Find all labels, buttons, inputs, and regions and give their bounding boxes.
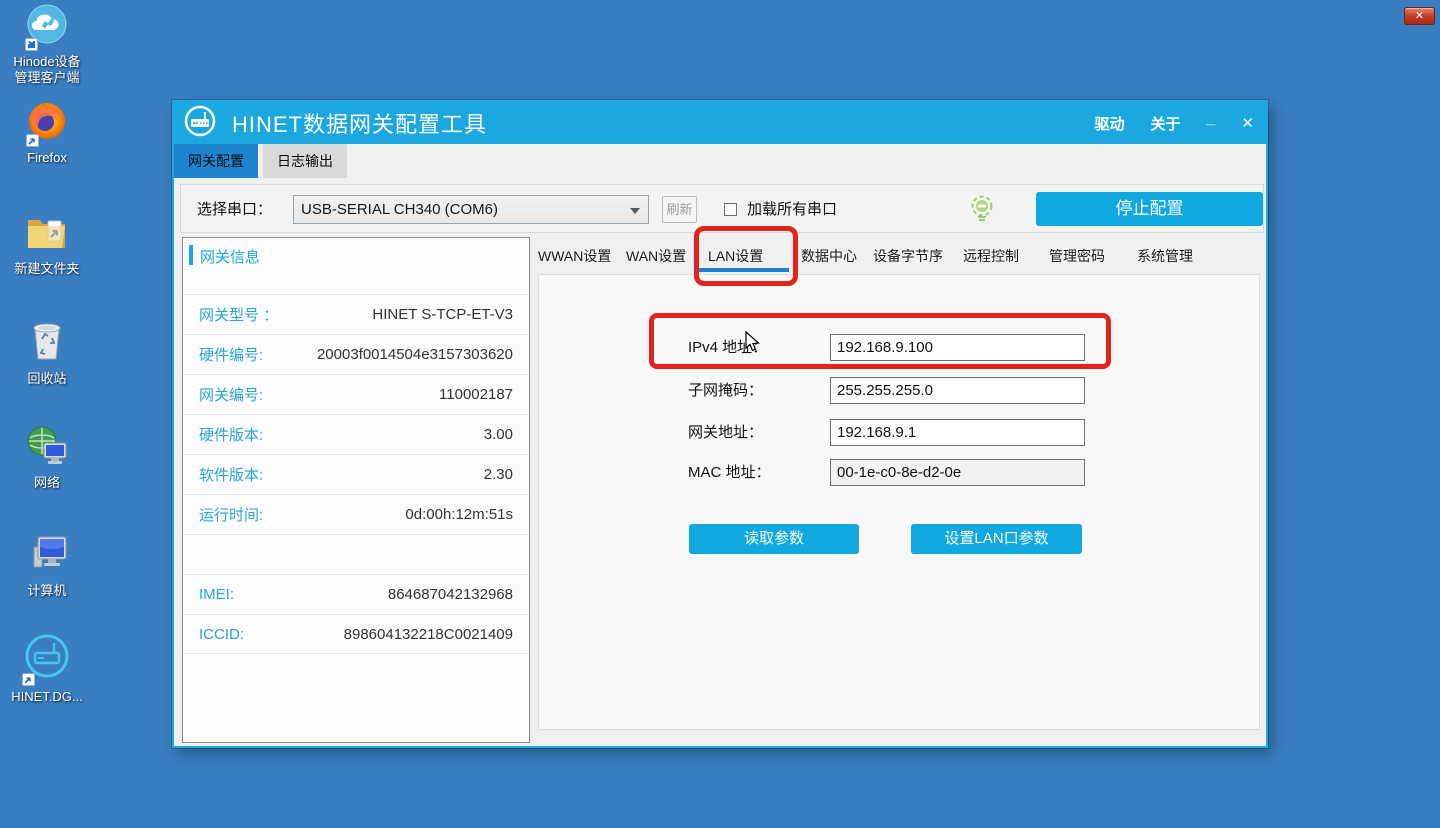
tab-wwan-settings[interactable]: WWAN设置: [538, 246, 611, 266]
desktop-icon-hinode-client[interactable]: Hinode设备 管理客户端: [0, 4, 94, 86]
subnet-input[interactable]: [830, 377, 1085, 404]
minimize-button[interactable]: _: [1207, 110, 1216, 128]
window-title: HINET数据网关配置工具: [232, 107, 487, 139]
info-row-empty: [183, 534, 529, 574]
desktop-icon-new-folder[interactable]: 新建文件夹: [0, 213, 94, 277]
titlebar: HINET数据网关配置工具 驱动 关于 _ ✕: [174, 102, 1266, 144]
serial-port-label: 选择串口：: [197, 198, 272, 219]
set-lan-params-button[interactable]: 设置LAN口参数: [911, 524, 1082, 554]
info-row-uptime: 运行时间: 0d:00h:12m:51s: [183, 494, 529, 534]
folder-icon: [26, 213, 68, 256]
gateway-label: 网关地址：: [688, 419, 763, 446]
driver-button[interactable]: 驱动: [1094, 113, 1124, 134]
desktop-icon-label: 回收站: [27, 371, 66, 387]
ipv4-input[interactable]: [830, 334, 1085, 361]
stop-config-button[interactable]: 停止配置: [1036, 192, 1263, 226]
mac-label: MAC 地址：: [688, 459, 771, 486]
recycle-bin-icon: [28, 319, 66, 366]
info-panel-header: 网关信息: [183, 238, 529, 294]
desktop-icon-recycle-bin[interactable]: 回收站: [0, 319, 94, 387]
tab-remote-control[interactable]: 远程控制: [963, 246, 1019, 266]
desktop-icon-label: 网络: [34, 475, 60, 491]
close-button[interactable]: ✕: [1241, 114, 1254, 132]
info-row-hardware-id: 硬件编号: 20003f0014504e3157303620: [183, 334, 529, 374]
load-all-ports-checkbox[interactable]: [724, 203, 737, 216]
desktop-icon-label: Firefox: [27, 150, 67, 166]
desktop-icon-label: 管理客户端: [14, 70, 79, 86]
about-button[interactable]: 关于: [1151, 113, 1181, 134]
shortcut-arrow-icon: [22, 673, 35, 686]
refresh-button[interactable]: 刷新: [662, 196, 697, 223]
tab-wan-settings[interactable]: WAN设置: [626, 246, 686, 266]
network-icon: [26, 425, 68, 470]
desktop-icon-network[interactable]: 网络: [0, 425, 94, 491]
serial-port-value: USB-SERIAL CH340 (COM6): [301, 201, 498, 218]
config-tab-bar: WWAN设置 WAN设置 LAN设置 数据中心 设备字节序 远程控制 管理密码 …: [538, 242, 1260, 274]
read-params-button[interactable]: 读取参数: [689, 524, 859, 554]
dropdown-arrow-icon: [630, 208, 640, 214]
tab-byte-order[interactable]: 设备字节序: [873, 246, 943, 266]
lan-settings-panel: IPv4 地址： 子网掩码： 网关地址： MAC 地址： 读取参数 设置LAN口…: [538, 274, 1260, 730]
tab-admin-password[interactable]: 管理密码: [1049, 246, 1105, 266]
router-app-icon: [184, 105, 216, 142]
desktop-icon-computer[interactable]: 计算机: [0, 533, 94, 599]
info-row-imei: IMEI: 864687042132968: [183, 574, 529, 614]
accent-bar: [189, 245, 193, 265]
desktop-icon-label: HINET.DG...: [11, 689, 83, 705]
desktop-icon-label: 新建文件夹: [14, 261, 79, 277]
info-panel-title: 网关信息: [200, 246, 260, 267]
desktop-icon-label: Hinode设备: [13, 54, 80, 70]
tab-log-output[interactable]: 日志输出: [263, 144, 347, 178]
active-tab-underline: [699, 268, 789, 272]
tab-lan-settings[interactable]: LAN设置: [708, 246, 763, 266]
info-row-model: 网关型号 ： HINET S-TCP-ET-V3: [183, 294, 529, 334]
info-row-gateway-id: 网关编号: 110002187: [183, 374, 529, 414]
shortcut-arrow-icon: [26, 134, 39, 147]
tab-data-center[interactable]: 数据中心: [801, 246, 857, 266]
load-all-ports-label: 加载所有串口: [747, 198, 837, 219]
shortcut-arrow-icon: [25, 38, 38, 51]
info-row-sw-version: 软件版本: 2.30: [183, 454, 529, 494]
mac-input[interactable]: [830, 459, 1085, 486]
session-close-button[interactable]: ✕: [1404, 7, 1435, 25]
info-row-iccid: ICCID: 898604132218C0021409: [183, 614, 529, 654]
hinet-router-icon: [24, 633, 70, 684]
desktop-icon-firefox[interactable]: Firefox: [0, 102, 94, 166]
app-window: HINET数据网关配置工具 驱动 关于 _ ✕ 网关配置 日志输出 选择串口： …: [172, 100, 1268, 748]
ipv4-label: IPv4 地址：: [688, 334, 767, 361]
tab-gateway-config[interactable]: 网关配置: [174, 144, 258, 178]
gateway-input[interactable]: [830, 419, 1085, 446]
hinode-cloud-icon: [27, 4, 67, 49]
tab-system-mgmt[interactable]: 系统管理: [1137, 246, 1193, 266]
info-row-hw-version: 硬件版本: 3.00: [183, 414, 529, 454]
subnet-label: 子网掩码：: [688, 377, 763, 404]
serial-port-select[interactable]: USB-SERIAL CH340 (COM6): [293, 195, 649, 224]
desktop-icon-label: 计算机: [27, 583, 66, 599]
robot-status-icon: [970, 195, 994, 223]
gateway-info-panel: 网关信息 网关型号 ： HINET S-TCP-ET-V3 硬件编号: 2000…: [182, 237, 530, 743]
computer-icon: [26, 533, 68, 578]
serial-toolbar: 选择串口： USB-SERIAL CH340 (COM6) 刷新 加载所有串口 …: [180, 184, 1264, 233]
desktop-icon-hinet-dg[interactable]: HINET.DG...: [0, 633, 94, 705]
firefox-icon: [28, 102, 66, 145]
main-tab-bar: 网关配置 日志输出: [174, 144, 347, 178]
